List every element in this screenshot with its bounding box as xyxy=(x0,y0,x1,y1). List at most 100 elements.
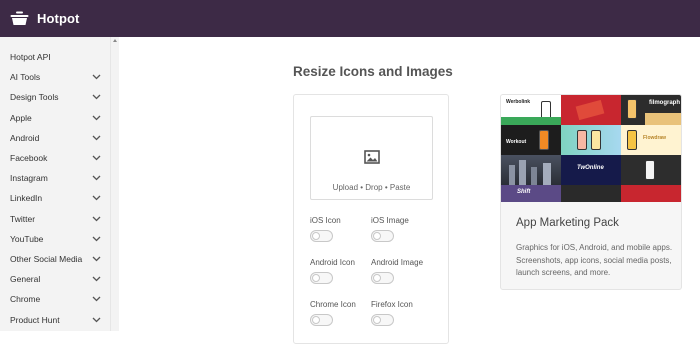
toggle-android-image[interactable] xyxy=(371,272,394,284)
resize-tool-card: Upload • Drop • Paste iOS Icon iOS Image… xyxy=(293,94,449,344)
chevron-down-icon[interactable] xyxy=(92,214,101,224)
promo-tile: Flowdraw xyxy=(621,125,681,155)
sidebar-item-label: Other Social Media xyxy=(10,253,83,264)
sidebar-item-label: LinkedIn xyxy=(10,193,43,204)
sidebar-item-android[interactable]: Android xyxy=(0,128,119,148)
sidebar-item-label: Facebook xyxy=(10,153,48,164)
promo-tile xyxy=(621,185,681,202)
chevron-down-icon[interactable] xyxy=(92,133,101,143)
sidebar-item-label: AI Tools xyxy=(10,72,41,83)
promo-tile-label: TwOnline xyxy=(577,165,604,171)
toggle-knob xyxy=(373,316,381,324)
sidebar: Hotpot API AI Tools Design Tools Apple Andro… xyxy=(0,37,119,331)
chevron-down-icon[interactable] xyxy=(92,193,101,203)
promo-tile: Shift xyxy=(501,185,561,202)
toggle-firefox-icon[interactable] xyxy=(371,314,394,326)
scroll-up-arrow-icon[interactable] xyxy=(113,39,117,42)
toggle-knob xyxy=(312,274,320,282)
chevron-down-icon[interactable] xyxy=(92,92,101,102)
sidebar-item-hotpot-api[interactable]: Hotpot API xyxy=(0,47,119,67)
chevron-down-icon[interactable] xyxy=(92,72,101,82)
option-label-ios-icon: iOS Icon xyxy=(310,216,341,225)
phone-mockup xyxy=(645,160,655,180)
promo-tile: filmograph xyxy=(621,95,681,125)
toggle-ios-icon[interactable] xyxy=(310,230,333,242)
promo-tile: TwOnline xyxy=(561,155,621,185)
sidebar-item-label: Design Tools xyxy=(10,92,59,103)
chevron-down-icon[interactable] xyxy=(92,294,101,304)
sidebar-item-label: General xyxy=(10,274,41,285)
upload-dropzone[interactable]: Upload • Drop • Paste xyxy=(310,116,433,200)
logo[interactable]: Hotpot xyxy=(10,11,79,26)
sidebar-item-youtube[interactable]: YouTube xyxy=(0,229,119,249)
promo-title: App Marketing Pack xyxy=(516,217,619,229)
sidebar-item-label: Instagram xyxy=(10,173,48,184)
promo-tile-label: Werbolink xyxy=(506,99,531,105)
promo-tile-label: Workout xyxy=(506,139,527,145)
sidebar-item-label: YouTube xyxy=(10,233,44,244)
sidebar-item-product-hunt[interactable]: Product Hunt xyxy=(0,309,119,329)
chevron-down-icon[interactable] xyxy=(92,274,101,284)
toggle-knob xyxy=(312,232,320,240)
sidebar-item-general[interactable]: General xyxy=(0,269,119,289)
toggle-knob xyxy=(373,232,381,240)
chevron-down-icon[interactable] xyxy=(92,234,101,244)
sidebar-item-label: Apple xyxy=(10,112,32,123)
sidebar-item-ai-tools[interactable]: AI Tools xyxy=(0,67,119,87)
sidebar-item-chrome[interactable]: Chrome xyxy=(0,289,119,309)
option-label-android-icon: Android Icon xyxy=(310,258,355,267)
promo-tile xyxy=(501,155,561,185)
image-icon xyxy=(364,150,380,169)
sidebar-item-instagram[interactable]: Instagram xyxy=(0,168,119,188)
sidebar-scrollbar[interactable] xyxy=(110,37,119,331)
top-bar: Hotpot xyxy=(0,0,700,37)
sidebar-item-label: Android xyxy=(10,132,40,143)
sidebar-item-linkedin[interactable]: LinkedIn xyxy=(0,188,119,208)
sidebar-list: Hotpot API AI Tools Design Tools Apple Andro… xyxy=(0,37,119,330)
chevron-down-icon[interactable] xyxy=(92,113,101,123)
option-label-chrome-icon: Chrome Icon xyxy=(310,300,356,309)
phone-mockup xyxy=(577,130,587,150)
sidebar-item-twitter[interactable]: Twitter xyxy=(0,209,119,229)
promo-card-app-marketing-pack[interactable]: Werbolink filmograph Workout Flowdraw Tw… xyxy=(500,94,682,290)
hotpot-logo-icon xyxy=(10,11,29,26)
chevron-down-icon[interactable] xyxy=(92,254,101,264)
toggle-ios-image[interactable] xyxy=(371,230,394,242)
promo-tile-label: Shift xyxy=(517,189,531,195)
chevron-down-icon[interactable] xyxy=(92,315,101,325)
sidebar-item-other-social-media[interactable]: Other Social Media xyxy=(0,249,119,269)
promo-tile-label: Flowdraw xyxy=(643,135,667,141)
page-title: Resize Icons and Images xyxy=(293,64,453,79)
phone-mockup xyxy=(591,130,601,150)
toggle-chrome-icon[interactable] xyxy=(310,314,333,326)
promo-tile xyxy=(561,185,621,202)
option-label-android-image: Android Image xyxy=(371,258,424,267)
dropzone-text: Upload • Drop • Paste xyxy=(332,183,411,192)
sidebar-item-label: Product Hunt xyxy=(10,314,60,325)
sidebar-item-apple[interactable]: Apple xyxy=(0,108,119,128)
toggle-knob xyxy=(312,316,320,324)
sidebar-item-facebook[interactable]: Facebook xyxy=(0,148,119,168)
main-content: Resize Icons and Images Upload • Drop • … xyxy=(119,37,700,344)
option-label-ios-image: iOS Image xyxy=(371,216,409,225)
phone-mockup xyxy=(539,130,549,150)
sidebar-item-label: Hotpot API xyxy=(10,52,51,63)
phone-mockup xyxy=(627,99,637,119)
promo-tile xyxy=(561,95,621,125)
option-label-firefox-icon: Firefox Icon xyxy=(371,300,413,309)
chevron-down-icon[interactable] xyxy=(92,173,101,183)
promo-collage-image: Werbolink filmograph Workout Flowdraw Tw… xyxy=(501,95,681,202)
promo-tile: Workout xyxy=(501,125,561,155)
promo-tile xyxy=(621,155,681,185)
sidebar-item-label: Twitter xyxy=(10,213,36,224)
promo-tile xyxy=(561,125,621,155)
chevron-down-icon[interactable] xyxy=(92,153,101,163)
promo-description: Graphics for iOS, Android, and mobile ap… xyxy=(516,243,673,277)
sidebar-item-design-tools[interactable]: Design Tools xyxy=(0,87,119,107)
toggle-knob xyxy=(373,274,381,282)
sidebar-item-label: Chrome xyxy=(10,294,41,305)
app-name: Hotpot xyxy=(37,11,80,26)
phone-mockup xyxy=(627,130,637,150)
promo-tile: Werbolink xyxy=(501,95,561,125)
toggle-android-icon[interactable] xyxy=(310,272,333,284)
